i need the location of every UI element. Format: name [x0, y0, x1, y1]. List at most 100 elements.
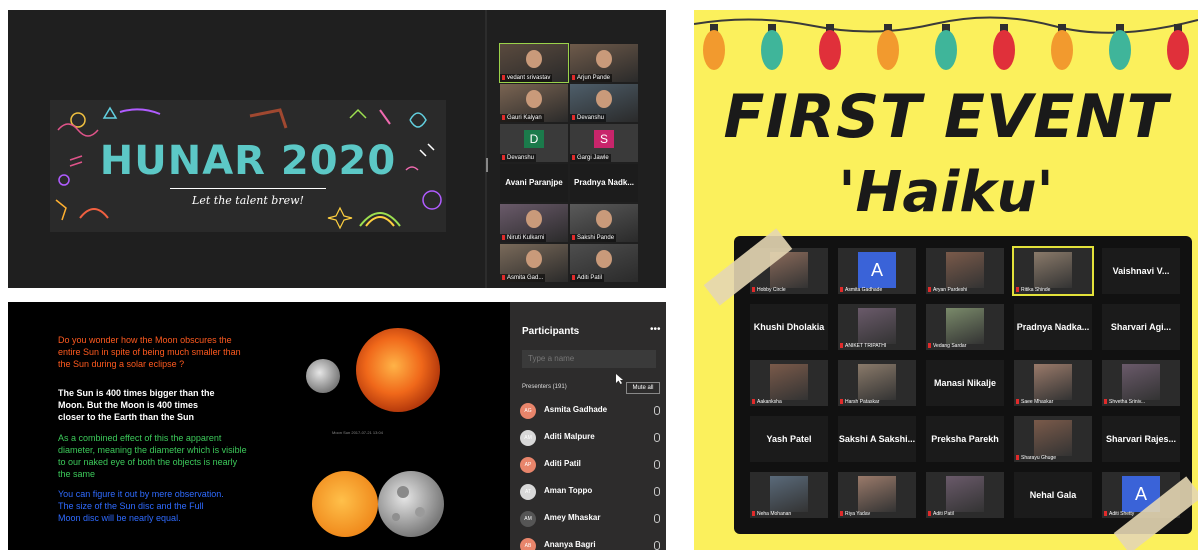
participant-name-label: Gauri Kalyan — [500, 114, 544, 122]
haiku-name-tile[interactable]: Sharvari Agi... — [1102, 304, 1180, 350]
mic-muted-icon[interactable] — [654, 406, 660, 415]
haiku-participant-tile[interactable]: ANIKET TRIPATHI — [838, 304, 916, 350]
haiku-participant-tile[interactable]: Sharayu Ghuge — [1014, 416, 1092, 462]
light-bulb — [1051, 30, 1073, 70]
mute-all-button[interactable]: Mute all — [626, 382, 660, 394]
presenter-row[interactable]: AG Asmita Gadhade — [520, 402, 662, 420]
haiku-participant-tile[interactable]: Ritika Shinde — [1012, 246, 1094, 296]
participant-name-label: Gargi Jawle — [570, 154, 611, 162]
slide-question: Do you wonder how the Moon obscures the … — [58, 335, 241, 369]
zoom-participant-tile[interactable]: vedant srivastav — [499, 43, 569, 83]
avatar: AM — [520, 430, 536, 446]
mic-muted-icon[interactable] — [654, 460, 660, 469]
presenters-count: Presenters (191) — [522, 384, 567, 390]
haiku-participant-tile[interactable]: Neha Mohanan — [750, 472, 828, 518]
presenter-row[interactable]: AT Aman Toppo — [520, 483, 662, 501]
haiku-participant-tile[interactable]: A Asmita Gadhade — [838, 248, 916, 294]
participant-search-input[interactable] — [522, 350, 656, 368]
participant-name-label: Aditi Patil — [570, 274, 605, 282]
presenter-row[interactable]: AB Ananya Bagri — [520, 537, 662, 550]
haiku-name-tile[interactable]: Nehal Gala — [1014, 472, 1092, 518]
video-feed — [946, 252, 984, 288]
video-feed — [1122, 364, 1160, 400]
video-feed — [770, 476, 808, 512]
light-bulb — [703, 30, 725, 70]
haiku-participant-tile[interactable]: Aryan Pardeshi — [926, 248, 1004, 294]
participants-panel: Participants ••• Presenters (191) Mute a… — [510, 302, 666, 550]
teams-presentation-window: Do you wonder how the Moon obscures the … — [8, 302, 666, 550]
zoom-participant-tile[interactable]: Arjun Pande — [570, 44, 638, 82]
haiku-name-tile[interactable]: Vaishnavi V... — [1102, 248, 1180, 294]
full-moon-disc — [378, 471, 444, 537]
haiku-name-tile[interactable]: Manasi Nikalje — [926, 360, 1004, 406]
video-feed — [1034, 364, 1072, 400]
haiku-name-tile[interactable]: Sakshi A Sakshi... — [838, 416, 916, 462]
presenter-row[interactable]: AM Amey Mhaskar — [520, 510, 662, 528]
zoom-participant-tile[interactable]: Sakshi Pande — [570, 204, 638, 242]
haiku-name-tile[interactable]: Sharvari Rajes... — [1102, 416, 1180, 462]
more-options-icon[interactable]: ••• — [650, 324, 661, 335]
participant-name-label: Shvetha Sriniv... — [1104, 399, 1145, 405]
zoom-participant-tile[interactable]: Gauri Kalyan — [500, 84, 568, 122]
zoom-participant-tile[interactable]: Aditi Patil — [570, 244, 638, 282]
haiku-name-tile[interactable]: Yash Patel — [750, 416, 828, 462]
poster-subtitle: 'Haiku' — [838, 160, 1054, 225]
mic-muted-icon[interactable] — [654, 433, 660, 442]
resize-handle[interactable] — [486, 158, 488, 172]
participant-name-label: ANIKET TRIPATHI — [840, 343, 886, 349]
participant-name-label: Niruti Kulkarni — [500, 234, 547, 242]
haiku-participant-tile[interactable]: Vedang Sardar — [926, 304, 1004, 350]
participant-name-label: Ritika Shinde — [1016, 287, 1050, 293]
haiku-participant-tile[interactable]: Aditi Patil — [926, 472, 1004, 518]
presenter-row[interactable]: AM Aditi Malpure — [520, 429, 662, 447]
haiku-participant-tile[interactable]: Aakanksha — [750, 360, 828, 406]
participant-name-label: Aakanksha — [752, 399, 782, 405]
presenter-name: Ananya Bagri — [544, 540, 596, 549]
haiku-name-tile[interactable]: Pradnya Nadka... — [1014, 304, 1092, 350]
light-bulb — [761, 30, 783, 70]
presenter-row[interactable]: AP Aditi Patil — [520, 456, 662, 474]
person-silhouette — [526, 50, 542, 68]
zoom-name-tile[interactable]: Avani Paranjpe — [500, 164, 568, 202]
haiku-participant-tile[interactable]: Harsh Pataskar — [838, 360, 916, 406]
light-bulb — [877, 30, 899, 70]
video-feed — [946, 476, 984, 512]
zoom-participant-tile[interactable]: Niruti Kulkarni — [500, 204, 568, 242]
video-feed — [858, 476, 896, 512]
participant-name-label: Asmita Gadhade — [840, 287, 882, 293]
avatar: AG — [520, 403, 536, 419]
zoom-participant-tile[interactable]: Asmita Gad... — [500, 244, 568, 282]
avatar: AB — [520, 538, 536, 550]
avatar: AT — [520, 484, 536, 500]
first-event-poster: FIRST EVENT 'Haiku' Hobby Circle A Asmita … — [694, 10, 1198, 550]
participant-name-label: Aditi Shetty — [1104, 511, 1134, 517]
avatar-initials: AM — [524, 516, 532, 522]
haiku-participant-tile[interactable]: Saee Mhaskar — [1014, 360, 1092, 406]
mic-muted-icon[interactable] — [654, 541, 660, 550]
zoom-participant-tile[interactable]: S Gargi Jawle — [570, 124, 638, 162]
zoom-participant-tile[interactable]: D Devanshu — [500, 124, 568, 162]
video-feed — [858, 308, 896, 344]
participant-name-label: Harsh Pataskar — [840, 399, 879, 405]
participant-name-label: Sakshi Pande — [570, 234, 617, 242]
zoom-name-tile[interactable]: Pradnya Nadk... — [570, 164, 638, 202]
haiku-name-tile[interactable]: Khushi Dholakia — [750, 304, 828, 350]
avatar-initials: AG — [524, 408, 532, 414]
mic-muted-icon[interactable] — [654, 487, 660, 496]
large-sun — [356, 328, 440, 412]
presenter-name: Amey Mhaskar — [544, 513, 601, 522]
video-feed — [946, 308, 984, 344]
presenter-name: Aditi Malpure — [544, 432, 595, 441]
slide-observation: You can figure it out by mere observatio… — [58, 489, 224, 523]
photo-caption: Moon Sun 2017-07-21 13:04 — [332, 430, 383, 435]
participant-name-label: Hobby Circle — [752, 287, 786, 293]
haiku-participant-tile[interactable]: Shvetha Sriniv... — [1102, 360, 1180, 406]
banner-tagline: Let the talent brew! — [192, 194, 304, 207]
presenter-name: Aditi Patil — [544, 459, 581, 468]
zoom-participant-tile[interactable]: Devanshu — [570, 84, 638, 122]
haiku-participant-tile[interactable]: Riya Yadav — [838, 472, 916, 518]
light-bulb — [819, 30, 841, 70]
haiku-name-tile[interactable]: Preksha Parekh — [926, 416, 1004, 462]
mic-muted-icon[interactable] — [654, 514, 660, 523]
person-silhouette — [596, 90, 612, 108]
